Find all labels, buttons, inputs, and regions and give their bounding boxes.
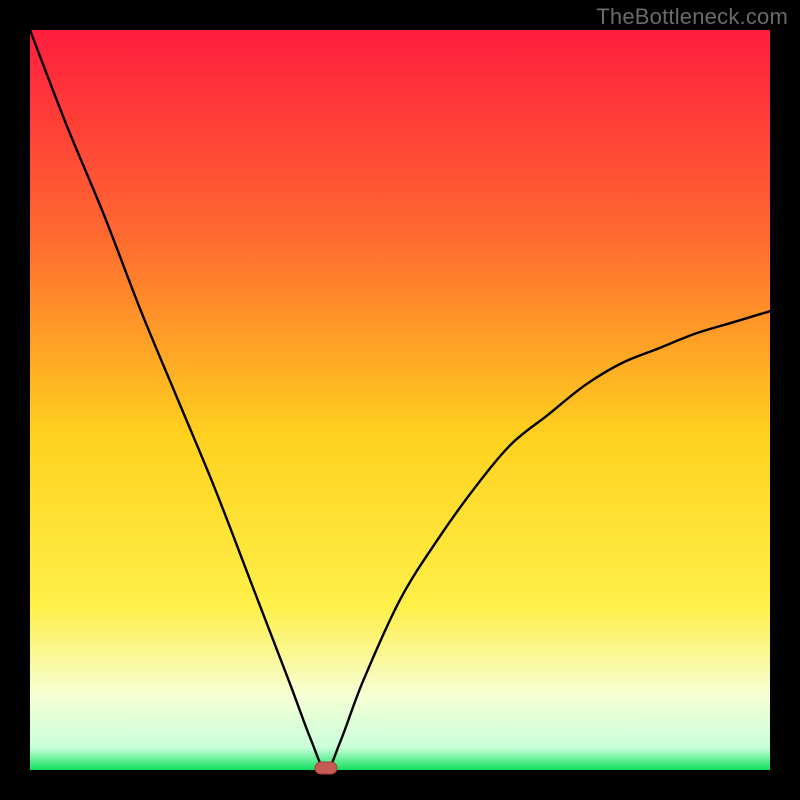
plot-background xyxy=(30,30,770,770)
optimal-point-marker xyxy=(315,762,337,774)
bottleneck-chart xyxy=(0,0,800,800)
chart-frame: TheBottleneck.com xyxy=(0,0,800,800)
watermark-text: TheBottleneck.com xyxy=(596,4,788,30)
